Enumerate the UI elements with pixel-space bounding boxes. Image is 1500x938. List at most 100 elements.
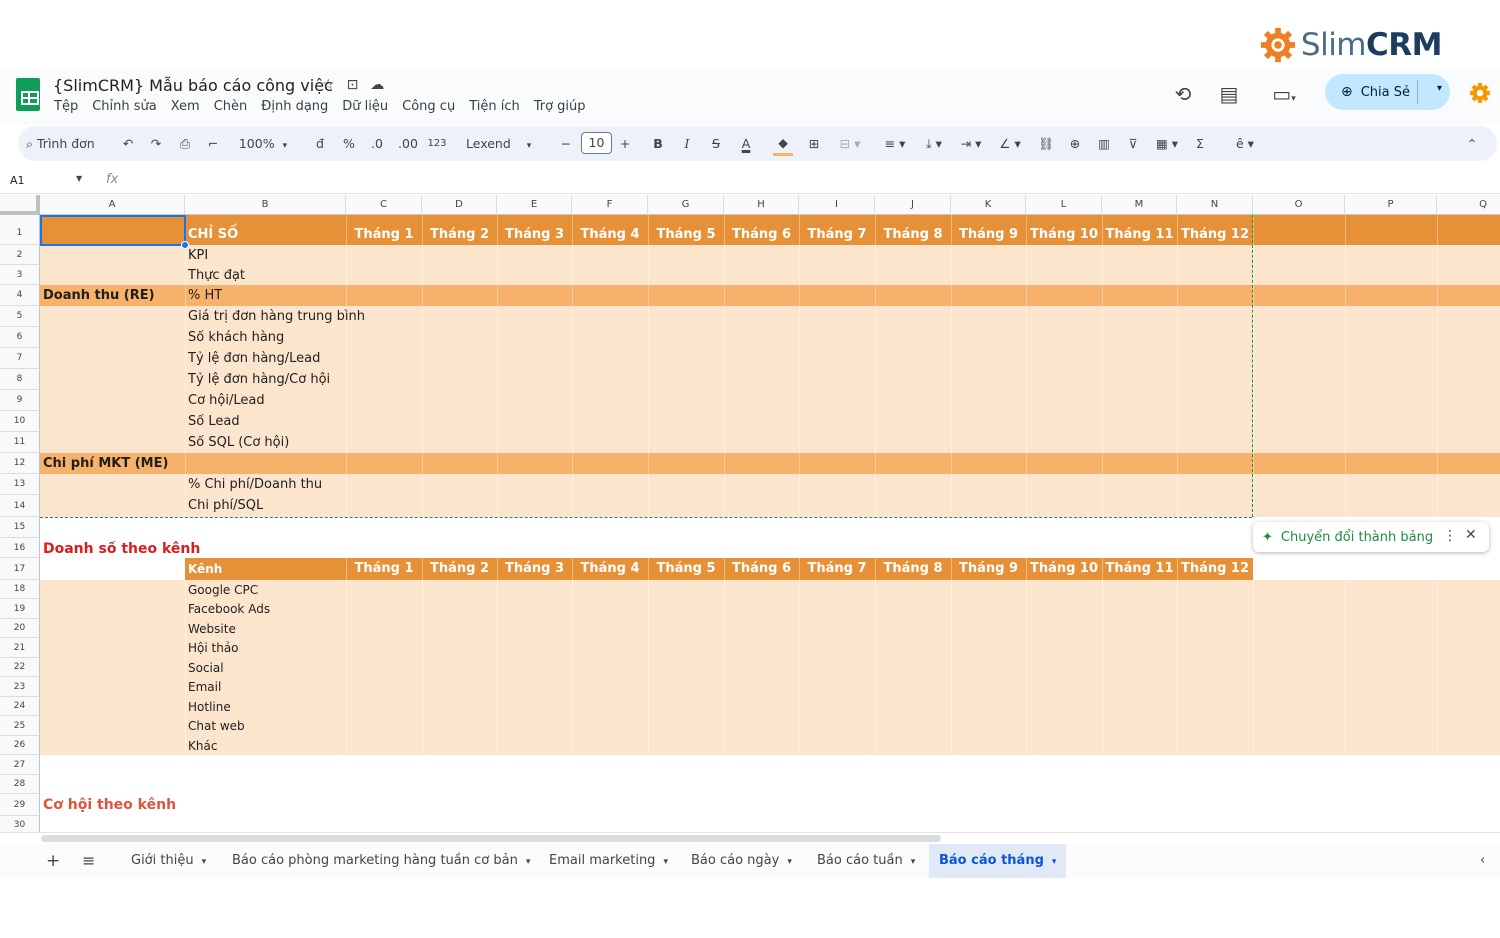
column-header[interactable]: P xyxy=(1345,195,1437,215)
row-header[interactable]: 25 xyxy=(0,716,40,736)
column-header[interactable]: M xyxy=(1102,195,1177,215)
row-header[interactable]: 27 xyxy=(0,755,40,775)
metric-name[interactable]: KPI xyxy=(188,248,208,263)
row-header[interactable]: 4 xyxy=(0,285,40,306)
sheet-tab[interactable]: Báo cáo ngày ▾ xyxy=(691,844,792,878)
menu-8[interactable]: Trợ giúp xyxy=(534,99,586,114)
column-header[interactable]: O xyxy=(1253,195,1345,215)
channel-name[interactable]: Website xyxy=(188,622,236,636)
channel-name[interactable]: Social xyxy=(188,661,224,675)
row-header[interactable]: 3 xyxy=(0,265,40,285)
share-dropdown-icon[interactable]: ▾ xyxy=(1437,83,1442,94)
functions-button[interactable]: Σ xyxy=(1190,126,1210,161)
menu-5[interactable]: Dữ liệu xyxy=(342,99,388,114)
row-header[interactable]: 2 xyxy=(0,245,40,265)
row-header[interactable]: 13 xyxy=(0,474,40,495)
metric-name[interactable]: Số SQL (Cơ hội) xyxy=(188,435,289,450)
sheet-tab[interactable]: Báo cáo tuần ▾ xyxy=(817,844,915,878)
zoom-select[interactable]: 100% ▾ xyxy=(233,126,293,161)
row-header[interactable]: 29 xyxy=(0,794,40,816)
row-header[interactable]: 15 xyxy=(0,517,40,538)
column-header[interactable]: E xyxy=(497,195,572,215)
chevron-down-icon[interactable]: ▾ xyxy=(787,857,792,867)
strikethrough-button[interactable]: S xyxy=(706,126,726,161)
metric-name[interactable]: Chi phí/SQL xyxy=(188,498,263,513)
number-format-button[interactable]: 123 xyxy=(426,126,448,161)
horizontal-align-icon[interactable]: ≡ ▾ xyxy=(878,126,912,161)
spreadsheet-grid[interactable]: A B C D E F G H I J K L M N O P Q 1 2 3 4 5 6 7 8 9 10 11 12 13 14 15 16… xyxy=(0,195,1500,832)
vertical-align-icon[interactable]: ⤓ ▾ xyxy=(917,126,951,161)
metric-name[interactable]: Tỷ lệ đơn hàng/Cơ hội xyxy=(188,372,330,387)
convert-to-table-chip[interactable]: ✦ Chuyển đổi thành bảng ⋮ ✕ xyxy=(1253,522,1489,552)
channel-name[interactable]: Hội thảo xyxy=(188,641,239,655)
font-size-input[interactable]: 10 xyxy=(581,132,612,154)
sheet-tab[interactable]: Báo cáo tháng ▾ xyxy=(929,844,1067,878)
sheet-tab[interactable]: Giới thiệu ▾ xyxy=(131,844,206,878)
metric-name[interactable]: Giá trị đơn hàng trung bình xyxy=(188,309,365,324)
row-header[interactable]: 6 xyxy=(0,327,40,348)
scrollbar-thumb[interactable] xyxy=(41,835,941,842)
row-header[interactable]: 23 xyxy=(0,677,40,697)
star-icon[interactable]: ☆ xyxy=(322,77,335,93)
channel-name[interactable]: Khác xyxy=(188,739,217,753)
metric-name[interactable]: % HT xyxy=(188,288,222,303)
merge-cells-icon[interactable]: ⊟ ▾ xyxy=(833,126,867,161)
column-header[interactable]: H xyxy=(724,195,799,215)
row-header[interactable]: 22 xyxy=(0,658,40,677)
scroll-tabs-left-icon[interactable]: ‹ xyxy=(1480,844,1485,878)
metric-name[interactable]: % Chi phí/Doanh thu xyxy=(188,477,322,492)
column-header[interactable]: N xyxy=(1177,195,1253,215)
menu-6[interactable]: Công cụ xyxy=(402,99,455,114)
collapse-toolbar-icon[interactable]: ⌃ xyxy=(1462,126,1482,161)
column-header[interactable]: I xyxy=(799,195,875,215)
menu-2[interactable]: Xem xyxy=(171,99,200,114)
column-header[interactable]: G xyxy=(648,195,724,215)
insert-chart-icon[interactable]: ▥ xyxy=(1094,126,1114,161)
input-tools-icon[interactable]: ê ▾ xyxy=(1228,126,1262,161)
section-title-revenue-by-channel[interactable]: Doanh số theo kênh xyxy=(43,541,200,557)
chevron-down-icon[interactable]: ▾ xyxy=(1052,857,1057,867)
decrease-decimal-button[interactable]: .0 xyxy=(366,126,388,161)
selected-cell-a1[interactable] xyxy=(40,215,186,246)
sheets-logo-icon[interactable] xyxy=(16,78,40,111)
row-header[interactable]: 7 xyxy=(0,348,40,369)
column-header[interactable]: J xyxy=(875,195,951,215)
menu-search[interactable]: ⌕ Trình đơn xyxy=(26,126,110,161)
row-header[interactable]: 1 xyxy=(0,215,40,245)
row-header[interactable]: 10 xyxy=(0,411,40,432)
channel-name[interactable]: Hotline xyxy=(188,700,231,714)
column-header[interactable]: Q xyxy=(1437,195,1500,215)
percent-format-button[interactable]: % xyxy=(338,126,360,161)
menu-3[interactable]: Chèn xyxy=(214,99,248,114)
row-header[interactable]: 11 xyxy=(0,432,40,453)
text-color-button[interactable]: A xyxy=(736,126,756,161)
row-header[interactable]: 16 xyxy=(0,538,40,558)
column-header[interactable]: A xyxy=(40,195,185,215)
row-header[interactable]: 12 xyxy=(0,453,40,474)
row-header[interactable]: 24 xyxy=(0,697,40,716)
borders-icon[interactable]: ⊞ xyxy=(804,126,824,161)
row-header[interactable]: 17 xyxy=(0,558,40,580)
section-title-opportunity-by-channel[interactable]: Cơ hội theo kênh xyxy=(43,797,176,813)
chevron-down-icon[interactable]: ▾ xyxy=(526,857,531,867)
text-wrap-icon[interactable]: ⇥ ▾ xyxy=(954,126,988,161)
metric-name[interactable]: Số Lead xyxy=(188,414,240,429)
font-size-decrease[interactable]: − xyxy=(558,126,574,161)
cloud-status-icon[interactable]: ☁ xyxy=(370,77,384,93)
row-header[interactable]: 19 xyxy=(0,599,40,619)
insert-link-icon[interactable]: ⛓ xyxy=(1036,126,1056,161)
channel-name[interactable]: Chat web xyxy=(188,719,245,733)
metric-name[interactable]: Cơ hội/Lead xyxy=(188,393,265,408)
increase-decimal-button[interactable]: .00 xyxy=(395,126,421,161)
italic-button[interactable]: I xyxy=(677,126,697,161)
name-box-dropdown-icon[interactable]: ▼ xyxy=(76,174,82,183)
column-header[interactable]: C xyxy=(346,195,422,215)
metric-group[interactable]: Chi phí MKT (ME) xyxy=(43,456,168,471)
menu-1[interactable]: Chỉnh sửa xyxy=(92,99,157,114)
name-box[interactable]: A1 xyxy=(10,174,25,187)
fill-handle[interactable] xyxy=(181,241,189,249)
row-header[interactable]: 18 xyxy=(0,580,40,599)
row-header[interactable]: 20 xyxy=(0,619,40,638)
row-header[interactable]: 21 xyxy=(0,638,40,658)
menu-7[interactable]: Tiện ích xyxy=(469,99,520,114)
